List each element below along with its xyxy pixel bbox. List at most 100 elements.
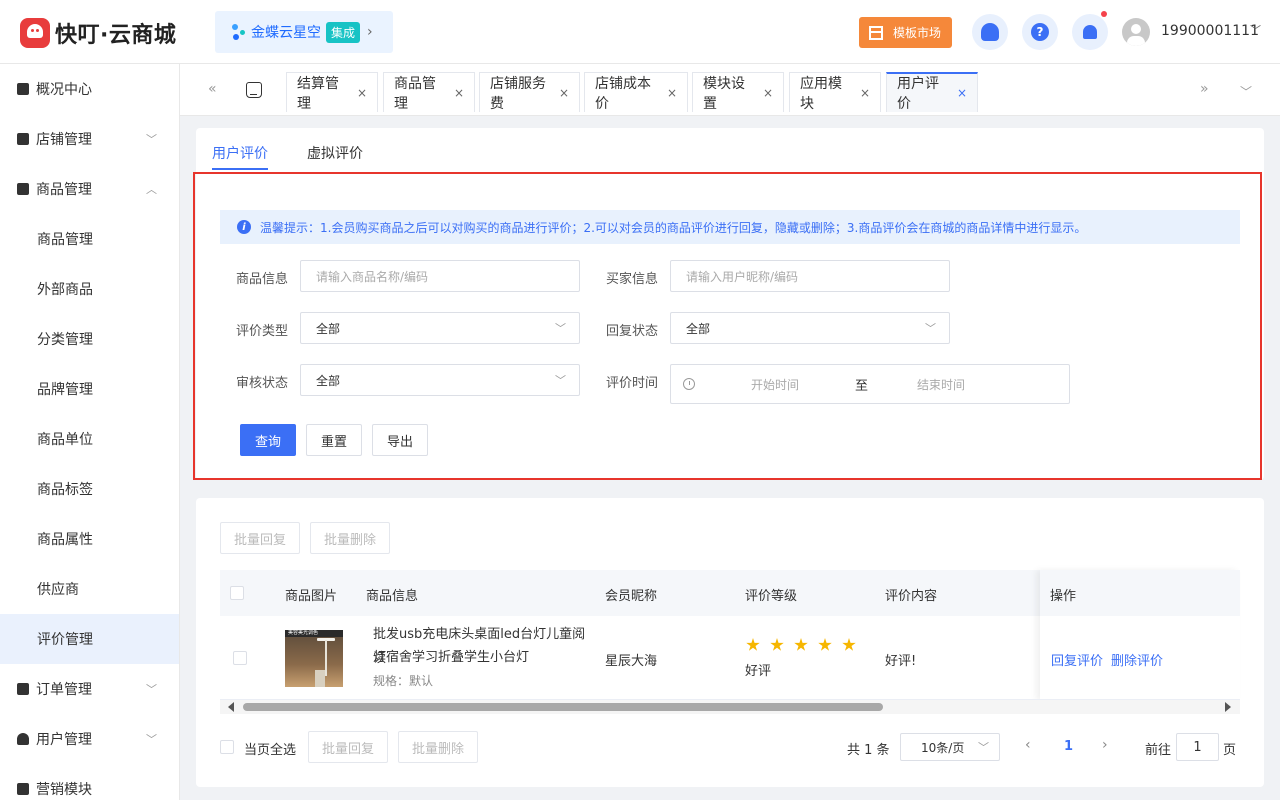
export-button[interactable]: 导出	[372, 424, 428, 456]
footer-batch-delete-button[interactable]: 批量删除	[398, 731, 478, 763]
start-time-input[interactable]: 开始时间	[751, 376, 799, 393]
notifications-button[interactable]	[1072, 11, 1108, 50]
unread-dot	[1101, 11, 1107, 17]
sidebar-item-store[interactable]: 店铺管理 ﹀	[0, 114, 179, 164]
sidebar-item-label: 评价管理	[37, 632, 93, 648]
audit-status-label: 审核状态	[236, 376, 289, 391]
page-size-select[interactable]: 10条/页 ﹀	[900, 733, 1000, 761]
sidebar-item-products[interactable]: 商品管理 ︿	[0, 164, 179, 214]
lock-icon	[17, 83, 29, 95]
customer-service-button[interactable]	[972, 14, 1008, 50]
sidebar-item-overview[interactable]: 概况中心	[0, 64, 179, 114]
reply-review-link[interactable]: 回复评价	[1051, 650, 1103, 669]
column-header-image: 商品图片	[285, 589, 338, 604]
product-thumbnail[interactable]: 美容美光调色	[285, 630, 343, 687]
sidebar-subitem-tags[interactable]: 商品标签	[0, 464, 179, 514]
clipboard-icon	[17, 683, 29, 695]
tab-products[interactable]: 商品管理 ×	[383, 72, 475, 112]
review-time-label: 评价时间	[606, 376, 659, 391]
tab-label: 店铺成本价	[595, 75, 651, 112]
sidebar-subitem-external[interactable]: 外部商品	[0, 264, 179, 314]
tab-store-service-fee[interactable]: 店铺服务费 ×	[479, 72, 580, 112]
tab-module-settings[interactable]: 模块设置 ×	[692, 72, 784, 112]
batch-reply-button[interactable]: 批量回复	[220, 522, 300, 554]
tab-store-cost-price[interactable]: 店铺成本价 ×	[584, 72, 688, 112]
sidebar-item-marketing[interactable]: 营销模块	[0, 764, 179, 800]
reset-button[interactable]: 重置	[306, 424, 362, 456]
sidebar-subitem-brand[interactable]: 品牌管理	[0, 364, 179, 414]
sidebar-item-label: 商品管理	[36, 182, 92, 198]
tab-app-modules[interactable]: 应用模块 ×	[789, 72, 881, 112]
close-icon[interactable]: ×	[454, 86, 464, 100]
row-checkbox[interactable]	[233, 651, 247, 665]
tab-label: 应用模块	[800, 75, 842, 112]
current-page[interactable]: 1	[1064, 739, 1073, 754]
kingdee-integration-badge[interactable]: 金蝶云星空 集成 ›	[215, 11, 393, 53]
scroll-right-icon[interactable]	[1225, 702, 1231, 712]
avatar[interactable]	[1122, 18, 1150, 46]
buyer-info-placeholder: 请输入用户昵称/编码	[686, 269, 799, 284]
chart-icon	[17, 783, 29, 795]
double-chevron-right-icon[interactable]: »	[1200, 81, 1209, 97]
app-logo[interactable]: 快叮·云商城	[20, 17, 176, 49]
sidebar-item-orders[interactable]: 订单管理 ﹀	[0, 664, 179, 714]
help-icon: ?	[1031, 23, 1049, 41]
close-icon[interactable]: ×	[357, 86, 367, 100]
subtab-virtual-reviews[interactable]: 虚拟评价	[307, 143, 363, 163]
close-icon[interactable]: ×	[860, 86, 870, 100]
chevron-down-icon: ﹀	[146, 733, 157, 746]
range-separator: 至	[855, 379, 869, 394]
sidebar-subitem-unit[interactable]: 商品单位	[0, 414, 179, 464]
sidebar-subitem-reviews[interactable]: 评价管理	[0, 614, 179, 664]
chevron-down-icon[interactable]: ﹀	[1240, 83, 1252, 100]
batch-delete-button[interactable]: 批量删除	[310, 522, 390, 554]
close-icon[interactable]: ×	[957, 86, 967, 100]
close-icon[interactable]: ×	[559, 86, 569, 100]
footer-batch-reply-button[interactable]: 批量回复	[308, 731, 388, 763]
tab-settlement[interactable]: 结算管理 ×	[286, 72, 378, 112]
review-type-select[interactable]: 全部 ﹀	[300, 312, 580, 344]
kingdee-logo-icon	[230, 23, 248, 41]
star-icon	[770, 638, 784, 651]
delete-review-link[interactable]: 删除评价	[1111, 650, 1163, 669]
chevron-right-icon: ›	[367, 24, 373, 40]
audit-status-value: 全部	[316, 373, 341, 388]
layout-icon	[869, 25, 883, 40]
sidebar-subitem-category[interactable]: 分类管理	[0, 314, 179, 364]
page-select-all-label[interactable]: 当页全选	[244, 739, 296, 758]
sidebar-item-users[interactable]: 用户管理 ﹀	[0, 714, 179, 764]
next-page-icon[interactable]: ›	[1102, 737, 1108, 753]
template-market-button[interactable]: 模板市场	[859, 17, 952, 48]
tab-label: 用户评价	[897, 76, 939, 112]
close-icon[interactable]: ×	[763, 86, 773, 100]
buyer-info-input[interactable]: 请输入用户昵称/编码	[670, 260, 950, 292]
select-all-checkbox[interactable]	[230, 586, 244, 600]
chevron-down-icon[interactable]: ﹀	[1250, 22, 1261, 38]
audit-status-select[interactable]: 全部 ﹀	[300, 364, 580, 396]
tab-label: 模块设置	[703, 75, 745, 112]
goto-page-input[interactable]: 1	[1176, 733, 1219, 761]
review-time-range-picker[interactable]: 开始时间 至 结束时间	[670, 364, 1070, 404]
username[interactable]: 19900001111	[1161, 23, 1259, 39]
sidebar-subitem-supplier[interactable]: 供应商	[0, 564, 179, 614]
sidebar-subitem-products[interactable]: 商品管理	[0, 214, 179, 264]
product-info-input[interactable]: 请输入商品名称/编码	[300, 260, 580, 292]
help-button[interactable]: ?	[1022, 14, 1058, 50]
reply-status-select[interactable]: 全部 ﹀	[670, 312, 950, 344]
page-select-all-checkbox[interactable]	[220, 740, 234, 754]
tab-user-reviews[interactable]: 用户评价 ×	[886, 72, 978, 112]
scrollbar-thumb[interactable]	[243, 703, 883, 711]
subtab-user-reviews[interactable]: 用户评价	[212, 143, 268, 163]
prev-page-icon[interactable]: ‹	[1025, 737, 1031, 753]
home-icon[interactable]	[246, 82, 262, 98]
sidebar-item-label: 商品属性	[37, 532, 93, 548]
reply-status-value: 全部	[686, 321, 711, 336]
sidebar-subitem-attributes[interactable]: 商品属性	[0, 514, 179, 564]
end-time-input[interactable]: 结束时间	[917, 376, 965, 393]
member-nickname: 星辰大海	[605, 654, 658, 669]
query-button[interactable]: 查询	[240, 424, 296, 456]
scroll-left-icon[interactable]	[228, 702, 234, 712]
review-type-value: 全部	[316, 321, 341, 336]
double-chevron-left-icon[interactable]: «	[208, 81, 217, 97]
close-icon[interactable]: ×	[667, 86, 677, 100]
